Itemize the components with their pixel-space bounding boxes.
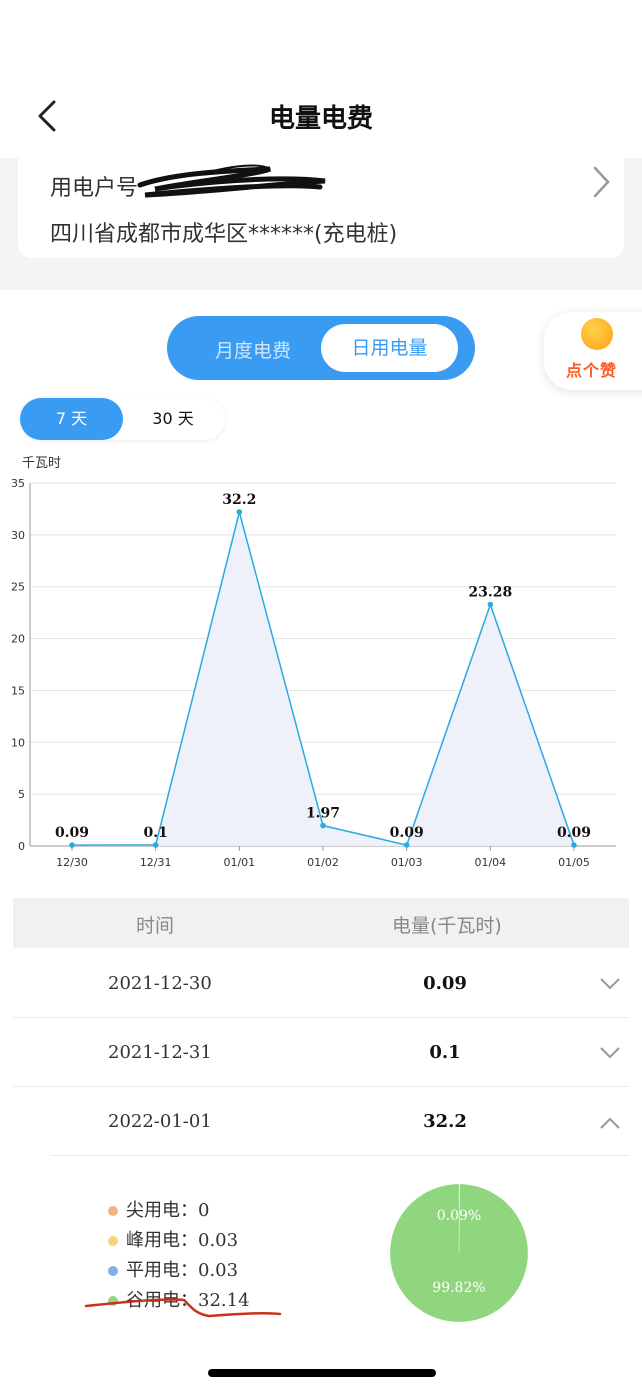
y-tick-label: 10 [11, 736, 25, 749]
data-label: 0.09 [557, 825, 591, 841]
legend-peak: 峰用电：0.03 [108, 1226, 238, 1252]
row-date: 2021-12-31 [108, 1042, 212, 1063]
x-tick-label: 01/03 [391, 856, 423, 869]
data-label: 23.28 [468, 585, 512, 601]
area-fill [72, 512, 574, 846]
redaction-scribble [137, 164, 326, 198]
legend-flat: 平用电：0.03 [108, 1256, 238, 1282]
table-header [13, 898, 629, 948]
legend-dot [108, 1266, 118, 1276]
table-row[interactable] [13, 949, 629, 1018]
x-tick-label: 01/04 [474, 856, 506, 869]
daily-usage-chart: 0 5 10 15 20 25 30 35 12/30 12/31 01/01 01/02 01/03 0… [11, 477, 616, 869]
home-indicator [208, 1369, 436, 1377]
range-7-days[interactable]: 7 天 [20, 398, 123, 440]
column-header-usage: 电量(千瓦时) [392, 915, 502, 937]
row-value: 32.2 [423, 1111, 467, 1132]
row-divider [50, 1155, 629, 1156]
pie-slice [389, 1183, 529, 1323]
x-tick-label: 12/31 [140, 856, 172, 869]
range-30-days[interactable]: 30 天 [123, 398, 223, 440]
y-tick-label: 0 [18, 840, 25, 853]
pie-label: 99.82% [432, 1280, 485, 1296]
legend-peak-sharp: 尖用电：0 [108, 1196, 209, 1222]
row-value: 0.1 [429, 1042, 461, 1063]
data-point [320, 822, 326, 829]
x-tick-label: 12/30 [56, 856, 88, 869]
x-tick-label: 01/05 [558, 856, 590, 869]
chevron-right-icon[interactable] [588, 165, 614, 199]
x-tick-label: 01/02 [307, 856, 339, 869]
row-date: 2021-12-30 [108, 973, 212, 994]
chevron-down-icon[interactable] [599, 1046, 621, 1060]
data-label: 0.09 [390, 825, 424, 841]
account-number-label: 用电户号 [50, 176, 139, 201]
table-row[interactable] [13, 1087, 629, 1155]
y-tick-label: 30 [11, 529, 25, 542]
y-axis-unit-label: 千瓦时 [22, 456, 62, 471]
tab-monthly-fee[interactable]: 月度电费 [190, 336, 316, 363]
legend-dot [108, 1206, 118, 1216]
data-point [69, 842, 75, 848]
y-tick-label: 15 [11, 684, 25, 697]
data-point [571, 842, 577, 848]
table-row[interactable] [13, 1018, 629, 1087]
tab-daily-usage[interactable]: 日用电量 [321, 324, 458, 372]
data-point [403, 842, 410, 848]
column-header-time: 时间 [136, 915, 175, 937]
pie-label: 0.09% [437, 1208, 481, 1224]
data-point [487, 601, 494, 608]
account-address: 四川省成都市成华区******(充电桩) [50, 222, 398, 247]
row-value: 0.09 [423, 973, 467, 994]
y-tick-label: 25 [11, 581, 25, 594]
chevron-down-icon[interactable] [599, 977, 621, 991]
page-title: 电量电费 [268, 104, 373, 134]
x-tick-label: 01/01 [223, 856, 255, 869]
y-tick-label: 20 [11, 633, 25, 646]
y-tick-label: 5 [18, 788, 25, 801]
y-tick-label: 35 [11, 477, 25, 490]
data-label: 32.2 [222, 492, 256, 508]
row-date: 2022-01-01 [108, 1111, 212, 1132]
data-point [236, 509, 243, 515]
smile-face-icon [581, 318, 613, 350]
like-label: 点个赞 [566, 361, 618, 380]
data-label: 0.1 [143, 825, 167, 841]
data-label: 1.97 [306, 806, 340, 822]
legend-dot [108, 1236, 118, 1246]
handwritten-underline [84, 1298, 282, 1318]
data-label: 0.09 [55, 825, 89, 841]
usage-pie-chart: 0.09% 99.82% [389, 1183, 529, 1323]
data-point [152, 842, 159, 848]
chevron-up-icon[interactable] [599, 1116, 621, 1130]
